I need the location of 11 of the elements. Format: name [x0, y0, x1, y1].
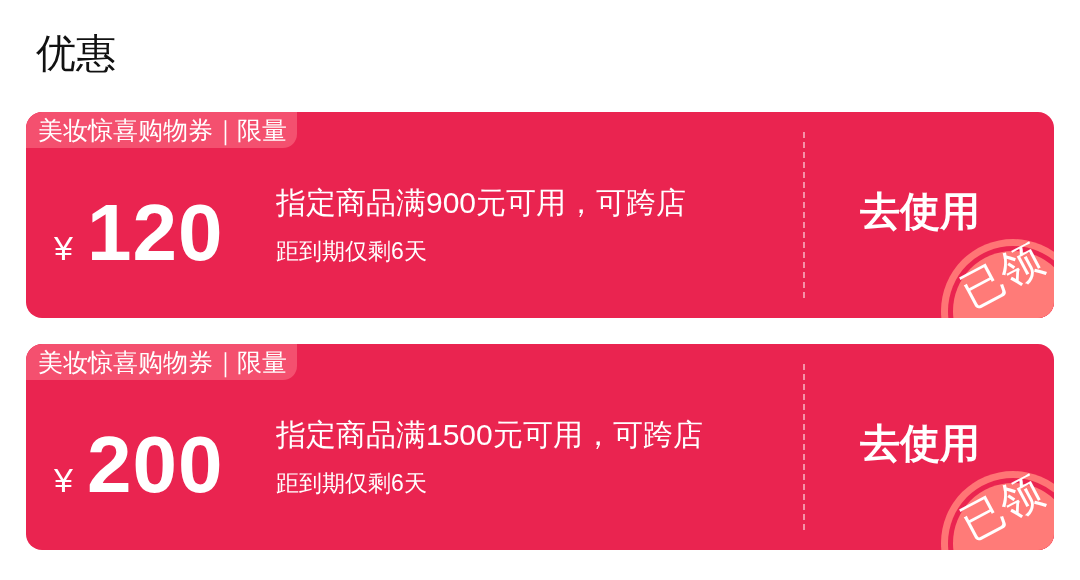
usage-condition: 指定商品满900元可用，可跨店 [276, 185, 688, 221]
expiry-text: 距到期仅剩6天 [276, 237, 428, 266]
coupon-tag: 美妆惊喜购物券｜限量 [26, 112, 297, 148]
coupon-amount: 120 [86, 187, 224, 279]
usage-condition: 指定商品满1500元可用，可跨店 [276, 417, 704, 453]
coupon-amount: 200 [86, 419, 224, 511]
coupon-tag: 美妆惊喜购物券｜限量 [26, 344, 297, 380]
expiry-text: 距到期仅剩6天 [276, 469, 428, 498]
currency-symbol: ¥ [54, 461, 73, 500]
section-title: 优惠 [36, 30, 117, 77]
currency-symbol: ¥ [54, 229, 73, 268]
